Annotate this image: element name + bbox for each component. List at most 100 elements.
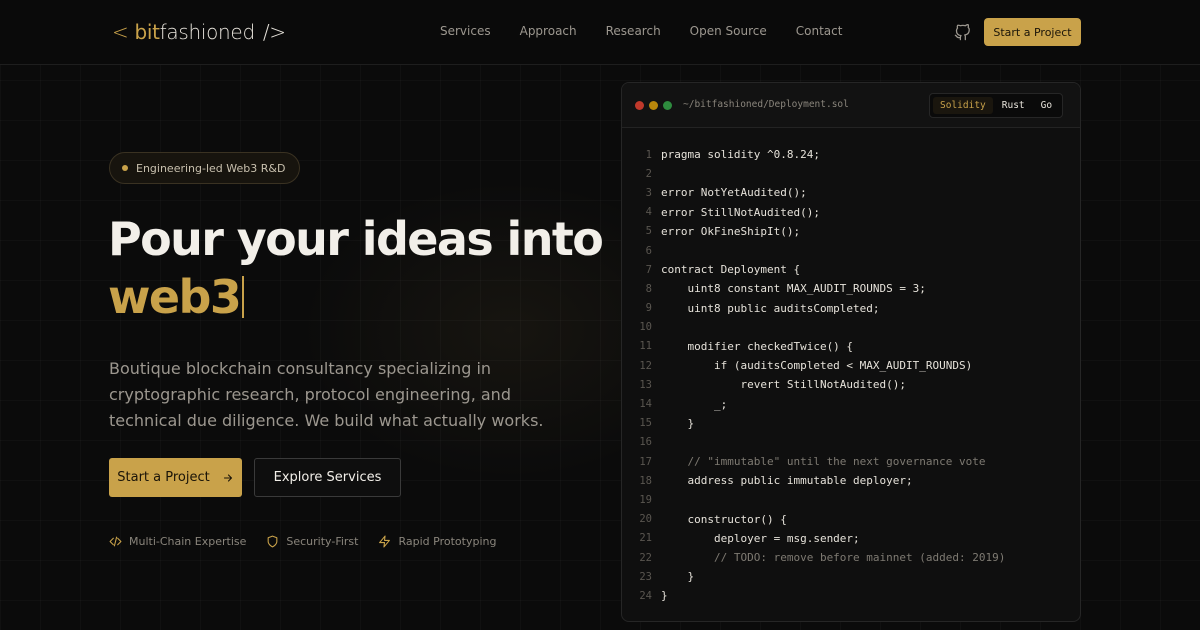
line-number: 10 xyxy=(639,321,652,334)
code-text: contract Deployment { xyxy=(661,263,801,277)
line-number: 20 xyxy=(639,513,652,526)
header-start-project-button[interactable]: Start a Project xyxy=(984,18,1081,46)
code-text: // TODO: remove before mainnet (added: 2… xyxy=(661,551,1006,565)
code-line: 12 if (auditsCompleted < MAX_AUDIT_ROUND… xyxy=(622,356,1080,375)
code-text: uint8 constant MAX_AUDIT_ROUNDS = 3; xyxy=(661,282,926,296)
code-window-titlebar: ~/bitfashioned/Deployment.sol Solidity R… xyxy=(622,83,1080,128)
logo-name: fashioned xyxy=(159,20,255,44)
nav-item-open-source[interactable]: Open Source xyxy=(690,24,767,38)
start-project-label: Start a Project xyxy=(117,470,210,485)
line-number: 13 xyxy=(639,378,652,391)
hero-title-line1: Pour your ideas into xyxy=(108,212,604,266)
logo-suffix: /> xyxy=(262,20,286,44)
code-line: 3 error NotYetAudited(); xyxy=(622,183,1080,202)
bolt-icon xyxy=(379,535,391,548)
code-editor: 1 pragma solidity ^0.8.24; 2 3 error NotYetA… xyxy=(622,145,1080,606)
line-number: 7 xyxy=(645,263,652,276)
code-line: 8 uint8 constant MAX_AUDIT_ROUNDS = 3; xyxy=(622,279,1080,298)
feature-label: Multi-Chain Expertise xyxy=(129,535,247,548)
line-number: 1 xyxy=(645,148,652,161)
feature-item: Rapid Prototyping xyxy=(378,535,496,548)
feature-list: Multi-Chain Expertise Security-First Rap… xyxy=(109,535,496,548)
code-line: 19 xyxy=(622,490,1080,509)
line-number: 24 xyxy=(639,589,652,602)
tab-solidity[interactable]: Solidity xyxy=(933,97,993,114)
code-text: pragma solidity ^0.8.24; xyxy=(661,148,820,162)
hero-badge: Engineering-led Web3 R&D xyxy=(109,152,301,184)
code-text: } xyxy=(661,570,695,584)
line-number: 22 xyxy=(639,551,652,564)
line-number: 23 xyxy=(639,570,652,583)
line-number: 16 xyxy=(639,436,652,449)
nav-item-contact[interactable]: Contact xyxy=(796,24,843,38)
start-project-button[interactable]: Start a Project xyxy=(109,458,242,497)
line-number: 11 xyxy=(639,340,652,353)
code-line: 5 error OkFineShipIt(); xyxy=(622,222,1080,241)
code-line: 1 pragma solidity ^0.8.24; xyxy=(622,145,1080,164)
nav-item-research[interactable]: Research xyxy=(606,24,661,38)
code-text: constructor() { xyxy=(661,512,787,526)
arrow-right-icon xyxy=(223,473,232,482)
feature-label: Rapid Prototyping xyxy=(398,535,497,548)
code-line: 18 address public immutable deployer; xyxy=(622,471,1080,490)
line-number: 12 xyxy=(639,359,652,372)
maximize-dot[interactable] xyxy=(663,101,672,110)
code-text: _; xyxy=(661,397,728,411)
code-text: revert StillNotAudited(); xyxy=(661,378,907,392)
code-text: error StillNotAudited(); xyxy=(661,205,820,219)
github-icon[interactable] xyxy=(954,24,971,41)
minimize-dot[interactable] xyxy=(649,101,658,110)
line-number: 2 xyxy=(645,167,652,180)
code-line: 17 // "immutable" until the next governa… xyxy=(622,452,1080,471)
code-line: 15 } xyxy=(622,414,1080,433)
code-text: error OkFineShipIt(); xyxy=(661,224,801,238)
code-icon xyxy=(109,536,122,547)
brand-logo[interactable]: < bit fashioned /> xyxy=(112,20,286,44)
typing-caret xyxy=(242,276,245,318)
code-line: 7 contract Deployment { xyxy=(622,260,1080,279)
code-line: 16 xyxy=(622,433,1080,452)
tab-go[interactable]: Go xyxy=(1034,97,1059,114)
logo-bracket: < xyxy=(112,20,129,44)
feature-item: Multi-Chain Expertise xyxy=(109,535,246,548)
code-text: uint8 public auditsCompleted; xyxy=(661,301,880,315)
line-number: 14 xyxy=(639,398,652,411)
line-number: 4 xyxy=(645,206,652,219)
logo-bit: bit xyxy=(134,20,160,44)
hero-title-accent-line: web3 xyxy=(108,268,602,326)
line-number: 17 xyxy=(639,455,652,468)
nav-item-services[interactable]: Services xyxy=(440,24,491,38)
code-line: 23 } xyxy=(622,567,1080,586)
badge-label: Engineering-led Web3 R&D xyxy=(136,161,286,175)
close-dot[interactable] xyxy=(635,101,644,110)
line-number: 19 xyxy=(639,493,652,506)
code-text: if (auditsCompleted < MAX_AUDIT_ROUNDS) xyxy=(661,359,973,373)
code-line: 11 modifier checkedTwice() { xyxy=(622,337,1080,356)
window-controls xyxy=(635,101,672,110)
tab-rust[interactable]: Rust xyxy=(995,97,1032,114)
explore-services-button[interactable]: Explore Services xyxy=(254,458,401,497)
badge-dot xyxy=(122,165,128,171)
line-number: 8 xyxy=(645,282,652,295)
code-line: 21 deployer = msg.sender; xyxy=(622,529,1080,548)
language-tabs: Solidity Rust Go xyxy=(929,93,1064,118)
line-number: 9 xyxy=(645,302,652,315)
hero-subtitle: Boutique blockchain consultancy speciali… xyxy=(109,359,544,430)
hero-title-accent: web3 xyxy=(108,270,242,324)
nav-item-approach[interactable]: Approach xyxy=(520,24,577,38)
line-number: 6 xyxy=(645,244,652,257)
line-number: 3 xyxy=(645,186,652,199)
code-line: 24} xyxy=(622,586,1080,605)
code-line: 20 constructor() { xyxy=(622,510,1080,529)
line-number: 21 xyxy=(639,532,652,545)
hero-title: Pour your ideas into web3 xyxy=(108,210,604,326)
code-text: // "immutable" until the next governance… xyxy=(661,455,986,469)
code-line: 9 uint8 public auditsCompleted; xyxy=(622,299,1080,318)
line-number: 15 xyxy=(639,417,652,430)
shield-icon xyxy=(268,535,278,548)
code-text: } xyxy=(661,416,695,430)
file-path: ~/bitfashioned/Deployment.sol xyxy=(683,99,849,110)
code-line: 14 _; xyxy=(622,394,1080,413)
code-text: modifier checkedTwice() { xyxy=(661,339,854,353)
line-number: 18 xyxy=(639,474,652,487)
